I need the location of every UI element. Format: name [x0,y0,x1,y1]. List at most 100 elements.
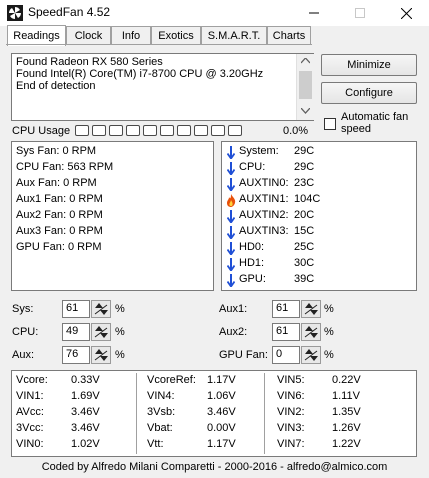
temp-label: GPU: [239,273,266,285]
arrow-down-icon [227,210,235,223]
fan-value: 0 RPM [69,225,103,237]
fan-value: 0 RPM [67,241,102,253]
spin-arrows-icon[interactable] [302,301,320,317]
fan-label: Aux Fan: [16,177,61,189]
voltage-label: VIN0: [16,438,44,450]
arrow-down-icon [227,162,235,175]
configure-button[interactable]: Configure [321,82,417,104]
tab-charts[interactable]: Charts [267,26,311,44]
percent-label: % [324,326,334,338]
fan-row: Sys Fan: 0 RPM [16,145,96,157]
voltage-label: 3Vcc: [16,422,44,434]
aux1-speed-spinner[interactable] [301,300,321,318]
automatic-fan-speed-checkbox[interactable]: Automatic fan speed [321,110,417,138]
cpu-usage-cell [160,125,174,136]
spin-arrows-icon[interactable] [92,347,110,363]
log-line: Found Radeon RX 580 Series [16,56,163,68]
scroll-thumb[interactable] [299,71,312,99]
tab-readings[interactable]: Readings [7,25,66,46]
close-window-button[interactable] [383,0,429,26]
log-scrollbar[interactable] [296,54,314,120]
voltage-value: 3.46V [71,406,100,418]
arrow-down-icon [227,258,235,271]
fan-value: 563 RPM [67,161,114,173]
voltage-label: VIN5: [277,374,305,386]
tab-smart[interactable]: S.M.A.R.T. [201,26,267,44]
aux1-speed-input[interactable]: 61 [272,300,300,318]
percent-label: % [324,349,334,361]
fan-row: Aux1 Fan: 0 RPM [16,193,103,205]
voltage-label: AVcc: [16,406,44,418]
voltage-value: 0.00V [207,422,236,434]
aux-speed-spinner[interactable] [91,346,111,364]
cpu-speed-input[interactable]: 49 [62,323,90,341]
sys-speed-spinner[interactable] [91,300,111,318]
fan-value: 0 RPM [62,145,97,157]
gpu-fan-speed-spinner[interactable] [301,346,321,364]
cpu-usage-value: 0.0% [283,125,309,137]
voltage-value: 1.26V [332,422,361,434]
voltage-label: Vcore: [16,374,48,386]
sys-speed-input[interactable]: 61 [62,300,90,318]
temp-value: 29C [294,145,315,157]
minimize-button[interactable]: Minimize [321,54,417,76]
arrow-down-icon [227,146,235,159]
voltage-value: 3.46V [207,406,236,418]
spin-arrows-icon[interactable] [302,324,320,340]
arrow-down-icon [227,274,235,287]
temp-label: CPU: [239,161,266,173]
aux2-speed-spinner[interactable] [301,323,321,341]
maximize-window-button[interactable] [337,0,383,26]
gpu-fan-speed-input[interactable]: 0 [272,346,300,364]
voltage-value: 1.17V [207,374,236,386]
fan-label: Aux2 Fan: [16,209,67,221]
log-line: End of detection [16,80,96,92]
percent-label: % [115,303,125,315]
speed-label-aux: Aux: [12,349,35,361]
fan-label: Sys Fan: [16,145,60,157]
percent-label: % [115,349,125,361]
cpu-usage-cell [228,125,242,136]
cpu-speed-spinner[interactable] [91,323,111,341]
aux2-speed-input[interactable]: 61 [272,323,300,341]
cpu-usage-cell [126,125,140,136]
auto-fan-check[interactable] [324,118,336,130]
tab-info[interactable]: Info [111,26,151,44]
voltage-column-divider [136,373,137,454]
aux-speed-input[interactable]: 76 [62,346,90,364]
cpu-usage-cell [211,125,225,136]
detection-log[interactable]: Found Radeon RX 580 Series Found Intel(R… [11,53,314,121]
voltage-value: 1.35V [332,406,361,418]
maximize-icon [355,8,365,18]
fan-value: 0 RPM [63,177,97,189]
voltage-label: Vbat: [147,422,173,434]
arrow-down-icon [227,242,235,255]
voltage-label: 3Vsb: [147,406,176,418]
temp-value: 30C [294,257,315,269]
spin-arrows-icon[interactable] [92,324,110,340]
voltage-label: VcoreRef: [147,374,196,386]
arrow-down-icon [227,178,235,191]
voltage-value: 1.22V [332,438,361,450]
cpu-usage-cell [109,125,123,136]
fan-label: CPU Fan: [16,161,65,173]
log-line: Found Intel(R) Core(TM) i7-8700 CPU @ 3.… [16,68,264,80]
fan-row: CPU Fan: 563 RPM [16,161,113,173]
tab-clock[interactable]: Clock [66,26,111,44]
footer-credits: Coded by Alfredo Milani Comparetti - 200… [41,461,388,473]
auto-fan-label: Automatic fan speed [341,111,409,135]
minimize-window-button[interactable] [291,0,337,26]
speed-label-sys: Sys: [12,303,34,315]
scroll-down-icon[interactable] [301,108,310,114]
percent-label: % [115,326,125,338]
temp-label: AUXTIN0: [239,177,289,189]
voltage-value: 1.69V [71,390,100,402]
temp-value: 20C [294,209,315,221]
voltage-label: Vtt: [147,438,164,450]
tab-exotics[interactable]: Exotics [151,26,201,44]
temp-label: AUXTIN1: [239,193,289,205]
app-icon [7,5,23,21]
spin-arrows-icon[interactable] [302,347,320,363]
spin-arrows-icon[interactable] [92,301,110,317]
scroll-up-icon[interactable] [301,58,310,64]
